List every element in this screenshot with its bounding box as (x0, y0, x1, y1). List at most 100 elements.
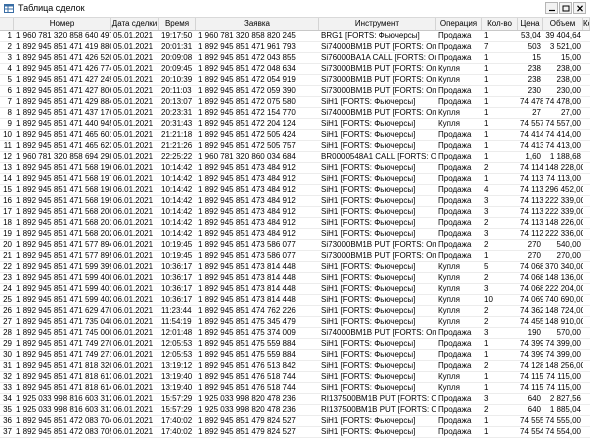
cell-instrument: RI137500BM1B PUT [FORTS: Опц (321, 405, 436, 414)
cell-price: 74 113 (520, 196, 543, 205)
table-row[interactable]: 8 1 892 945 851 471 437 176 05.01.2021 20:2… (0, 108, 590, 119)
cell-number: 1 892 945 851 471 427 806 (16, 86, 111, 95)
cell-time: 20:13:07 (161, 97, 193, 106)
table-row[interactable]: 37 1 892 945 851 472 083 705 06.01.2021 17:… (0, 427, 590, 438)
table-row[interactable]: 19 1 892 945 851 471 568 202 06.01.2021 10:… (0, 229, 590, 240)
cell-idx: 8 (7, 108, 12, 117)
column-header-price[interactable]: Цена (518, 18, 543, 30)
column-header-operation[interactable]: Операция (436, 18, 482, 30)
cell-idx: 27 (3, 317, 12, 326)
table-row[interactable]: 1 1 960 781 320 858 640 497 05.01.2021 19:1… (0, 31, 590, 42)
table-row[interactable]: 25 1 892 945 851 471 599 402 06.01.2021 10:… (0, 295, 590, 306)
cell-operation: Продажа (438, 152, 472, 161)
column-header-idx[interactable] (0, 18, 14, 30)
cell-qty: 3 (484, 207, 489, 216)
table-row[interactable]: 16 1 892 945 851 471 568 199 06.01.2021 10:… (0, 196, 590, 207)
column-header-extra[interactable]: Ко (583, 18, 590, 30)
minimize-button[interactable] (545, 2, 558, 14)
table-row[interactable]: 28 1 892 945 851 471 745 000 06.01.2021 12:… (0, 328, 590, 339)
cell-instrument: SiH1 [FORTS: Фьючерсы] (321, 273, 416, 282)
cell-price: 74 115 (520, 372, 543, 381)
table-row[interactable]: 34 1 925 033 998 816 603 312 06.01.2021 15:… (0, 394, 590, 405)
cell-qty: 1 (484, 427, 489, 436)
table-row[interactable]: 7 1 892 945 851 471 429 884 05.01.2021 20:1… (0, 97, 590, 108)
cell-idx: 19 (3, 229, 12, 238)
table-row[interactable]: 5 1 892 945 851 471 427 249 05.01.2021 20:1… (0, 75, 590, 86)
cell-date: 06.01.2021 (113, 163, 154, 172)
column-header-instrument[interactable]: Инструмент (319, 18, 436, 30)
cell-time: 12:05:53 (161, 350, 193, 359)
column-header-qty[interactable]: Кол-во (482, 18, 518, 30)
cell-price: 270 (527, 240, 541, 249)
cell-date: 05.01.2021 (113, 53, 154, 62)
table-row[interactable]: 15 1 892 945 851 471 568 198 06.01.2021 10:… (0, 185, 590, 196)
cell-date: 06.01.2021 (113, 427, 154, 436)
table-row[interactable]: 35 1 925 033 998 816 603 313 06.01.2021 15:… (0, 405, 590, 416)
cell-operation: Продажа (438, 339, 472, 348)
column-header-number[interactable]: Номер (14, 18, 111, 30)
table-row[interactable]: 12 1 960 781 320 858 694 298 05.01.2021 22:… (0, 152, 590, 163)
cell-time: 13:19:12 (161, 361, 193, 370)
cell-number: 1 925 033 998 816 603 313 (16, 405, 111, 414)
maximize-button[interactable] (559, 2, 572, 14)
cell-qty: 1 (484, 130, 489, 139)
cell-date: 06.01.2021 (113, 218, 154, 227)
table-row[interactable]: 14 1 892 945 851 471 568 197 06.01.2021 10:… (0, 174, 590, 185)
table-row[interactable]: 27 1 892 945 851 471 735 040 06.01.2021 11:… (0, 317, 590, 328)
cell-instrument: SiH1 [FORTS: Фьючерсы] (321, 306, 416, 315)
cell-operation: Купля (438, 284, 460, 293)
cell-time: 21:21:26 (161, 141, 193, 150)
cell-qty: 2 (484, 306, 489, 315)
cell-price: 1,60 (525, 152, 541, 161)
close-button[interactable] (573, 2, 586, 14)
table-row[interactable]: 11 1 892 945 851 471 465 623 05.01.2021 21:… (0, 141, 590, 152)
cell-order: 1 892 945 851 472 204 124 (198, 119, 296, 128)
table-row[interactable]: 20 1 892 945 851 471 577 894 06.01.2021 10:… (0, 240, 590, 251)
column-header-volume[interactable]: Объем (543, 18, 583, 30)
table-row[interactable]: 36 1 892 945 851 472 083 704 06.01.2021 17:… (0, 416, 590, 427)
column-header-order[interactable]: Заявка (196, 18, 319, 30)
cell-operation: Продажа (438, 86, 472, 95)
cell-volume: 1 188,68 (549, 152, 581, 161)
table-row[interactable]: 2 1 892 945 851 471 419 880 05.01.2021 20:0… (0, 42, 590, 53)
table-row[interactable]: 31 1 892 945 851 471 818 320 06.01.2021 13:… (0, 361, 590, 372)
column-header-date[interactable]: Дата сделки (111, 18, 159, 30)
table-row[interactable]: 3 1 892 945 851 471 426 520 05.01.2021 20:0… (0, 53, 590, 64)
table-row[interactable]: 17 1 892 945 851 471 568 200 06.01.2021 10:… (0, 207, 590, 218)
cell-number: 1 892 945 851 471 568 202 (16, 229, 111, 238)
table-row[interactable]: 9 1 892 945 851 471 440 945 05.01.2021 20:3… (0, 119, 590, 130)
cell-idx: 21 (3, 251, 12, 260)
table-row[interactable]: 30 1 892 945 851 471 749 271 06.01.2021 12:… (0, 350, 590, 361)
cell-idx: 5 (7, 75, 12, 84)
cell-date: 06.01.2021 (113, 295, 154, 304)
table-row[interactable]: 10 1 892 945 851 471 465 601 05.01.2021 21:… (0, 130, 590, 141)
cell-instrument: SiH1 [FORTS: Фьючерсы] (321, 383, 416, 392)
table-row[interactable]: 24 1 892 945 851 471 599 401 06.01.2021 10:… (0, 284, 590, 295)
table-row[interactable]: 22 1 892 945 851 471 599 399 06.01.2021 10:… (0, 262, 590, 273)
cell-instrument: SiH1 [FORTS: Фьючерсы] (321, 295, 416, 304)
cell-qty: 1 (484, 86, 489, 95)
cell-date: 05.01.2021 (113, 108, 154, 117)
cell-qty: 1 (484, 251, 489, 260)
cell-volume: 230,00 (556, 86, 581, 95)
table-row[interactable]: 23 1 892 945 851 471 599 400 06.01.2021 10:… (0, 273, 590, 284)
table-row[interactable]: 32 1 892 945 851 471 818 613 06.01.2021 13:… (0, 372, 590, 383)
table-row[interactable]: 33 1 892 945 851 471 818 614 06.01.2021 13:… (0, 383, 590, 394)
cell-price: 74 555 (520, 416, 543, 425)
table-row[interactable]: 21 1 892 945 851 471 577 895 06.01.2021 10:… (0, 251, 590, 262)
cell-idx: 1 (7, 31, 12, 40)
cell-date: 06.01.2021 (113, 174, 154, 183)
table-row[interactable]: 29 1 892 945 851 471 749 270 06.01.2021 12:… (0, 339, 590, 350)
cell-volume: 270,00 (556, 251, 581, 260)
cell-qty: 2 (484, 405, 489, 414)
table-row[interactable]: 26 1 892 945 851 471 629 470 06.01.2021 11:… (0, 306, 590, 317)
table-row[interactable]: 13 1 892 945 851 471 568 196 06.01.2021 10:… (0, 163, 590, 174)
column-header-time[interactable]: Время (159, 18, 196, 30)
table-row[interactable]: 18 1 892 945 851 471 568 201 06.01.2021 10:… (0, 218, 590, 229)
cell-volume: 39 404,64 (545, 31, 581, 40)
table-row[interactable]: 6 1 892 945 851 471 427 806 05.01.2021 20:1… (0, 86, 590, 97)
cell-order: 1 892 945 851 473 484 912 (198, 229, 296, 238)
cell-number: 1 925 033 998 816 603 312 (16, 394, 111, 403)
table-row[interactable]: 4 1 892 945 851 471 426 774 05.01.2021 20:0… (0, 64, 590, 75)
cell-number: 1 892 945 851 471 465 601 (16, 130, 111, 139)
